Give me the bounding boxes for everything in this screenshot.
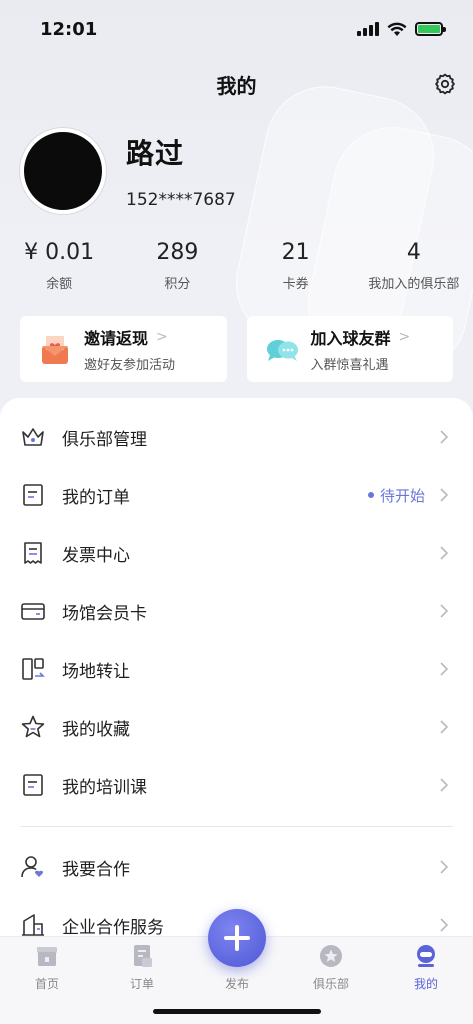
chevron-right-icon [440,720,449,734]
profile-icon [417,945,435,967]
menu-item-club-management[interactable]: 俱乐部管理 [0,408,473,466]
home-icon [37,947,57,966]
tab-orders[interactable]: 订单 [112,943,172,992]
menu-item-training-courses[interactable]: 我的培训课 [0,756,473,814]
title-bar: 我的 [0,62,473,106]
status-icons [357,22,446,37]
menu-item-invoice-center[interactable]: 发票中心 [0,524,473,582]
tab-publish-label: 发布 [224,977,249,991]
menu-label: 俱乐部管理 [62,429,147,450]
chat-bubbles-icon [266,340,298,361]
chevron-right-icon [440,488,449,502]
stat-points[interactable]: 289 积分 [118,240,236,292]
tab-label: 我的 [413,977,438,991]
avatar[interactable] [20,128,106,214]
menu-list: 俱乐部管理 我的订单 待开始 发票中心 场馆会员卡 场地转让 我的收藏 我的培训… [0,398,473,958]
transfer-icon [22,658,45,680]
promo-title: 加入球友群 > [311,325,411,349]
stat-label: 积分 [164,277,191,292]
menu-item-cooperate[interactable]: 我要合作 [0,838,473,896]
chevron-right-icon [440,918,449,932]
phone-number: 152****7687 [126,190,236,210]
menu-label: 我的培训课 [62,777,147,798]
tab-label: 订单 [129,977,154,991]
page-title: 我的 [216,73,257,98]
chevron-right-icon [440,662,449,676]
menu-label: 我的订单 [62,487,130,508]
status-bar: 12:01 [0,0,473,58]
chevron-right-icon [440,430,449,444]
promo-text: 邀请返现 > 邀好友参加活动 [84,325,175,373]
crown-icon [22,428,44,446]
stat-value: 21 [281,240,310,265]
menu-item-venue-card[interactable]: 场馆会员卡 [0,582,473,640]
stat-label: 余额 [46,277,73,292]
tab-label: 首页 [34,977,59,991]
promo-title-text: 加入球友群 [310,329,391,348]
promo-subtitle: 邀好友参加活动 [84,358,176,373]
cellular-signal-icon [357,22,379,36]
star-icon [21,715,45,738]
chevron-right-icon [440,604,449,618]
gift-envelope-icon [42,336,68,364]
stat-value: ¥ 0.01 [24,240,95,265]
invite-cashback-card[interactable]: 邀请返现 > 邀好友参加活动 [20,316,227,382]
stat-clubs[interactable]: 4 我加入的俱乐部 [355,240,473,292]
wifi-icon [387,22,407,36]
menu-label: 场地转让 [62,661,130,682]
status-dot [367,492,374,498]
chevron-right-icon: > [398,329,411,345]
building-icon [22,914,44,936]
nickname: 路过 [126,137,185,170]
receipt-icon [24,542,42,564]
club-icon [320,945,342,967]
user-heart-icon [21,856,44,878]
plus-icon [224,925,250,951]
stat-label: 卡券 [282,277,309,292]
stat-label: 我加入的俱乐部 [368,277,460,292]
stat-value: 289 [156,240,199,265]
stats-row: ¥ 0.01 余额 289 积分 21 卡券 4 我加入的俱乐部 [0,240,473,292]
promo-title-text: 邀请返现 [84,329,149,348]
publish-button[interactable] [208,909,266,967]
menu-label: 场馆会员卡 [62,603,147,624]
battery-icon [415,22,446,36]
chevron-right-icon [440,778,449,792]
chevron-right-icon [440,860,449,874]
chevron-right-icon [440,546,449,560]
bottom-tab-bar: 首页 订单 发布 俱乐部 我的 [0,909,473,1024]
menu-label: 我的收藏 [62,719,130,740]
profile-section[interactable]: 路过 152****7687 [20,128,236,214]
status-time: 12:01 [40,18,98,40]
promo-subtitle: 入群惊喜礼遇 [310,358,389,373]
join-group-card[interactable]: 加入球友群 > 入群惊喜礼遇 [246,316,453,382]
promo-text: 加入球友群 > 入群惊喜礼遇 [311,325,411,373]
chevron-right-icon: > [156,329,168,345]
order-doc-icon [23,484,43,506]
course-doc-icon [23,774,43,796]
menu-item-my-orders[interactable]: 我的订单 待开始 [0,466,473,524]
profile-info: 路过 152****7687 [126,132,236,210]
stat-value: 4 [406,240,421,265]
order-status-text: 待开始 [379,486,425,505]
promo-title: 邀请返现 > [84,325,175,349]
tab-home[interactable]: 首页 [17,943,77,992]
orders-icon [134,945,152,967]
stat-coupons[interactable]: 21 卡券 [237,240,355,292]
stat-balance[interactable]: ¥ 0.01 余额 [0,240,118,292]
menu-label: 我要合作 [62,859,130,880]
tab-mine[interactable]: 我的 [396,943,456,992]
card-icon [21,603,45,620]
order-status-badge: 待开始 [367,485,425,506]
promo-row: 邀请返现 > 邀好友参加活动 加入球友群 > 入群惊喜礼遇 [20,316,453,382]
menu-item-venue-transfer[interactable]: 场地转让 [0,640,473,698]
menu-item-favorites[interactable]: 我的收藏 [0,698,473,756]
tab-label: 俱乐部 [312,977,349,991]
settings-gear-icon[interactable] [433,72,457,96]
tab-club[interactable]: 俱乐部 [301,943,361,992]
home-indicator [153,1009,321,1014]
menu-label: 发票中心 [62,545,130,566]
section-divider [20,826,453,827]
